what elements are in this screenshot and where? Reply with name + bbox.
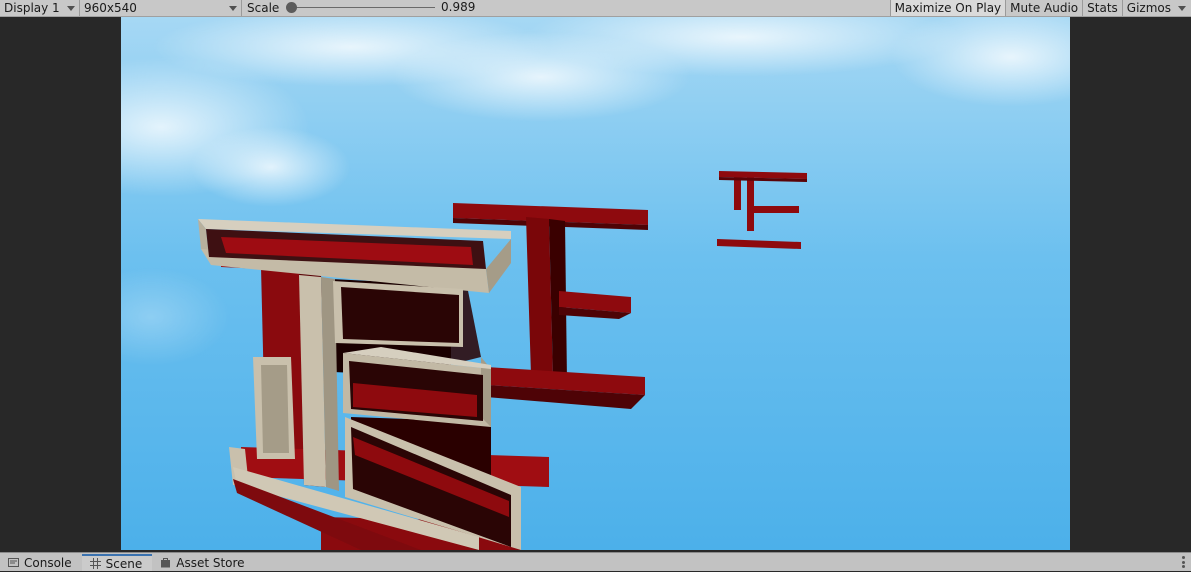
stats-toggle[interactable]: Stats xyxy=(1082,0,1122,16)
more-options-icon[interactable] xyxy=(1182,556,1185,568)
stats-label: Stats xyxy=(1087,1,1118,15)
mute-audio-toggle[interactable]: Mute Audio xyxy=(1005,0,1082,16)
tab-asset-store[interactable]: Asset Store xyxy=(152,554,254,571)
bottom-tab-strip: Console Scene Asset Store xyxy=(0,552,1191,571)
chevron-down-icon xyxy=(229,6,237,11)
display-label: Display 1 xyxy=(4,1,60,15)
game-scene-render xyxy=(121,17,1070,550)
scale-slider-track[interactable] xyxy=(290,7,435,8)
tab-console[interactable]: Console xyxy=(0,554,82,571)
scale-label: Scale xyxy=(247,1,280,15)
game-viewport[interactable] xyxy=(121,17,1070,550)
grid-icon xyxy=(89,558,101,569)
tab-console-label: Console xyxy=(24,555,72,570)
chevron-down-icon xyxy=(67,6,75,11)
maximize-on-play-label: Maximize On Play xyxy=(894,1,1002,15)
resolution-dropdown[interactable]: 960x540 xyxy=(80,0,242,16)
bag-icon xyxy=(160,557,171,568)
scale-slider-thumb[interactable] xyxy=(285,2,297,13)
gizmos-dropdown[interactable]: Gizmos xyxy=(1121,0,1191,16)
display-dropdown[interactable]: Display 1 xyxy=(0,0,80,16)
tab-scene-label: Scene xyxy=(105,556,143,571)
maximize-on-play-toggle[interactable]: Maximize On Play xyxy=(889,0,1006,16)
mute-audio-label: Mute Audio xyxy=(1010,1,1079,15)
tab-asset-store-label: Asset Store xyxy=(176,555,245,570)
console-icon xyxy=(8,557,19,568)
tab-scene[interactable]: Scene xyxy=(81,554,153,571)
resolution-label: 960x540 xyxy=(84,1,137,15)
game-view-toolbar: Display 1 960x540 Scale Maximize On Play… xyxy=(0,0,1191,17)
chevron-down-icon xyxy=(1178,6,1186,11)
scale-value: 0.989 xyxy=(441,0,476,14)
gizmos-label: Gizmos xyxy=(1126,1,1171,15)
